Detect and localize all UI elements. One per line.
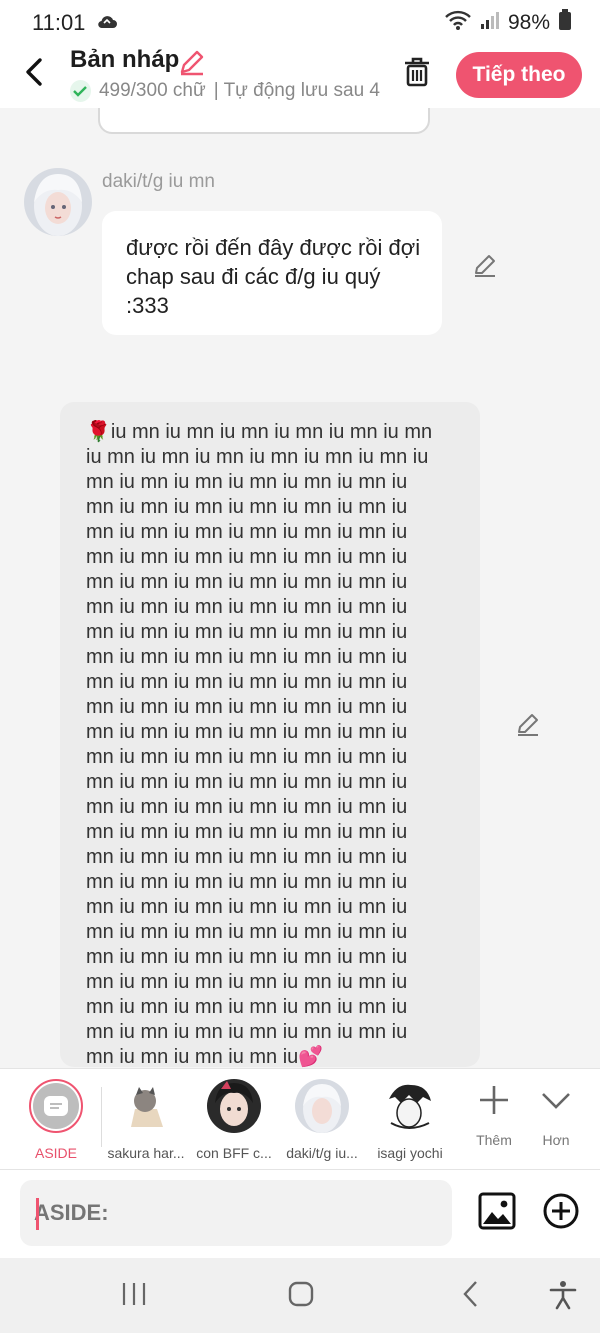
message-line: mn iu mn iu mn iu mn iu💕: [86, 1046, 324, 1068]
system-nav-bar: [0, 1258, 600, 1333]
message-line: mn iu mn iu mn iu mn iu mn iu mn iu: [86, 846, 408, 868]
home-icon[interactable]: [287, 1280, 315, 1313]
delete-button[interactable]: [402, 56, 432, 93]
autosave-text: | Tự động lưu sau 4: [213, 80, 380, 101]
avatar: [24, 168, 92, 236]
status-bar: 11:01 98%: [0, 0, 600, 44]
message-line: mn iu mn iu mn iu mn iu mn iu mn iu: [86, 696, 408, 718]
character-isagi[interactable]: isagi yochi: [365, 1079, 455, 1161]
chat-area[interactable]: daki/t/g iu mn được rồi đến đây được rồi…: [0, 108, 600, 1068]
message-line: mn iu mn iu mn iu mn iu mn iu mn iu: [86, 671, 408, 693]
avatar: [383, 1079, 437, 1133]
compose-bar: [0, 1170, 600, 1258]
next-button[interactable]: Tiếp theo: [456, 52, 582, 98]
message-line: mn iu mn iu mn iu mn iu mn iu mn iu: [86, 521, 408, 543]
message-line: mn iu mn iu mn iu mn iu mn iu mn iu: [86, 546, 408, 568]
aside-message-bubble[interactable]: 🌹iu mn iu mn iu mn iu mn iu mn iu mn iu …: [60, 402, 480, 1068]
more-label: Thêm: [476, 1132, 512, 1148]
character-daki[interactable]: daki/t/g iu...: [277, 1079, 367, 1161]
character-sakura[interactable]: sakura har...: [101, 1079, 191, 1161]
aside-avatar: [29, 1079, 83, 1133]
status-time: 11:01: [32, 10, 86, 35]
plus-icon: [480, 1086, 508, 1114]
message-input[interactable]: [20, 1180, 452, 1246]
message-line: mn iu mn iu mn iu mn iu mn iu mn iu: [86, 746, 408, 768]
recent-apps-icon[interactable]: [120, 1280, 148, 1313]
message-bubble[interactable]: được rồi đến đây được rồi đợi chap sau đ…: [102, 211, 442, 335]
message-line: mn iu mn iu mn iu mn iu mn iu mn iu: [86, 621, 408, 643]
avatar: [295, 1079, 349, 1133]
trash-icon: [405, 57, 429, 87]
message-line: mn iu mn iu mn iu mn iu mn iu mn iu: [86, 921, 408, 943]
signal-icon: [480, 10, 500, 35]
pencil-icon[interactable]: [515, 712, 541, 743]
draft-status: 499/300 chữ | Tự động lưu sau 4: [70, 80, 380, 102]
message-line: mn iu mn iu mn iu mn iu mn iu mn iu: [86, 896, 408, 918]
back-nav-icon[interactable]: [458, 1280, 486, 1313]
previous-message-bubble[interactable]: [98, 108, 430, 134]
battery-percent: 98%: [507, 10, 550, 34]
message-line: mn iu mn iu mn iu mn iu mn iu mn iu: [86, 646, 408, 668]
image-icon: [478, 1192, 516, 1230]
message-line: mn iu mn iu mn iu mn iu mn iu mn iu: [86, 571, 408, 593]
check-icon: [70, 80, 91, 102]
message-line: mn iu mn iu mn iu mn iu mn iu mn iu: [86, 796, 408, 818]
character-bff[interactable]: con BFF c...: [189, 1079, 279, 1161]
image-button[interactable]: [478, 1192, 516, 1235]
message-line: mn iu mn iu mn iu mn iu mn iu mn iu: [86, 596, 408, 618]
character-label: isagi yochi: [377, 1145, 443, 1161]
chevron-down-icon: [542, 1093, 570, 1109]
chevron-left-icon: [26, 58, 42, 86]
expand-button[interactable]: Hơn: [526, 1083, 586, 1148]
accessibility-icon[interactable]: [548, 1280, 578, 1315]
message-line: iu mn iu mn iu mn iu mn iu mn iu mn iu: [86, 446, 429, 468]
message-line: mn iu mn iu mn iu mn iu mn iu mn iu: [86, 471, 408, 493]
message-line: mn iu mn iu mn iu mn iu mn iu mn iu: [86, 871, 408, 893]
pencil-icon[interactable]: [472, 253, 498, 284]
expand-label: Hơn: [542, 1132, 570, 1148]
character-aside[interactable]: ASIDE: [11, 1079, 101, 1161]
character-selector: ASIDE sakura har... con BFF c... daki/t/…: [0, 1068, 600, 1170]
message-line: mn iu mn iu mn iu mn iu mn iu mn iu: [86, 771, 408, 793]
aside-icon: [44, 1096, 68, 1116]
page-title: Bản nháp: [70, 46, 180, 73]
message-line: mn iu mn iu mn iu mn iu mn iu mn iu: [86, 1021, 408, 1043]
text-caret: [36, 1198, 39, 1230]
message-line: mn iu mn iu mn iu mn iu mn iu mn iu: [86, 946, 408, 968]
message-line: mn iu mn iu mn iu mn iu mn iu mn iu: [86, 971, 408, 993]
character-label: sakura har...: [107, 1145, 185, 1161]
character-label: ASIDE: [34, 1145, 77, 1161]
add-character-button[interactable]: Thêm: [464, 1083, 524, 1148]
sender-name: daki/t/g iu mn: [102, 171, 215, 192]
message-line: mn iu mn iu mn iu mn iu mn iu mn iu: [86, 496, 408, 518]
cloud-sync-icon: [96, 12, 118, 35]
avatar: [119, 1079, 173, 1133]
word-count: 499/300 chữ: [98, 80, 206, 101]
back-button[interactable]: [20, 54, 50, 90]
wifi-icon: [444, 9, 472, 36]
plus-circle-icon: [543, 1193, 579, 1229]
editor-header: Bản nháp 499/300 chữ | Tự động lưu sau 4…: [0, 44, 600, 108]
edit-title-icon[interactable]: [178, 48, 206, 81]
character-label: con BFF c...: [196, 1145, 272, 1161]
message-line: mn iu mn iu mn iu mn iu mn iu mn iu: [86, 996, 408, 1018]
message-line: 🌹iu mn iu mn iu mn iu mn iu mn iu mn: [86, 421, 433, 443]
battery-icon: [558, 9, 572, 36]
message-line: mn iu mn iu mn iu mn iu mn iu mn iu: [86, 821, 408, 843]
avatar: [207, 1079, 261, 1133]
message-line: mn iu mn iu mn iu mn iu mn iu mn iu: [86, 721, 408, 743]
character-label: daki/t/g iu...: [286, 1145, 358, 1161]
add-button[interactable]: [542, 1192, 580, 1235]
